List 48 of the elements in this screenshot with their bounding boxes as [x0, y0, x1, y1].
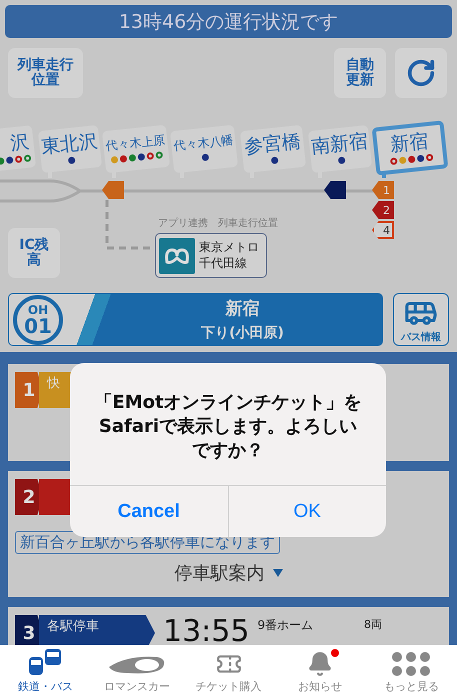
station-name: 東北沢	[40, 130, 99, 158]
station-name: 南新宿	[310, 130, 369, 158]
train-position-button[interactable]: 列車走行位置	[8, 48, 83, 98]
more-icon	[391, 651, 432, 677]
station-flag[interactable]: 新宿	[372, 120, 448, 176]
station-name: 代々木上原	[104, 134, 166, 154]
tab[interactable]: 鉄道・バス	[0, 645, 92, 698]
link-caption: アプリ連携 列車走行位置	[158, 216, 278, 230]
train-marker[interactable]: 2	[372, 201, 394, 219]
caret-icon	[272, 569, 282, 577]
bus-info-button[interactable]: バス情報	[393, 293, 449, 346]
station-flag[interactable]: 沢	[0, 125, 36, 173]
train-marker[interactable]	[324, 181, 346, 199]
ic-balance-button[interactable]: IC残高	[8, 228, 60, 278]
stops-guide-button[interactable]: 停車駅案内	[168, 560, 288, 586]
station-code-badge: OH 01	[13, 294, 63, 344]
tab[interactable]: ロマンスカー	[91, 645, 183, 698]
station-flag[interactable]: 参宮橋	[240, 124, 306, 174]
direction-label: 下り(小田原)	[201, 324, 284, 342]
train-marker[interactable]	[102, 181, 124, 199]
metro-link-button[interactable]: 東京メトロ 千代田線	[155, 233, 267, 278]
station-name: 参宮橋	[243, 130, 302, 158]
station-flag[interactable]: 代々木八幡	[170, 124, 238, 174]
tab[interactable]: チケット購入	[182, 645, 274, 698]
status-banner: 13時46分の運行状況です	[5, 5, 452, 38]
train-marker[interactable]: 1	[372, 181, 394, 199]
auto-update-button[interactable]: 自動更新	[334, 48, 386, 98]
station-flag[interactable]: 東北沢	[38, 124, 102, 174]
platform-label: 9番ホーム	[257, 617, 314, 634]
station-name: 代々木八幡	[172, 134, 234, 154]
refresh-button[interactable]	[395, 48, 447, 98]
train-marker[interactable]: 4	[372, 221, 394, 239]
tab[interactable]: もっと見る	[366, 645, 457, 698]
station-flag[interactable]: 南新宿	[308, 124, 372, 174]
station-name: 沢	[9, 131, 30, 154]
metro-line-name: 千代田線	[199, 256, 248, 272]
station-name: 新宿	[390, 130, 430, 156]
bell-icon	[306, 651, 333, 677]
refresh-icon	[406, 58, 436, 88]
train-type-label: 各駅停車	[39, 615, 155, 645]
metro-logo-icon	[159, 238, 195, 274]
metro-line-name: 東京メトロ	[199, 240, 259, 256]
station-title: 新宿	[226, 298, 260, 320]
station-flag[interactable]: 代々木上原	[102, 124, 170, 174]
car-count: 8両	[364, 617, 382, 632]
ok-button[interactable]: OK	[228, 486, 386, 537]
departure-time: 13:55	[163, 615, 250, 645]
tab[interactable]: お知らせ	[274, 645, 366, 698]
